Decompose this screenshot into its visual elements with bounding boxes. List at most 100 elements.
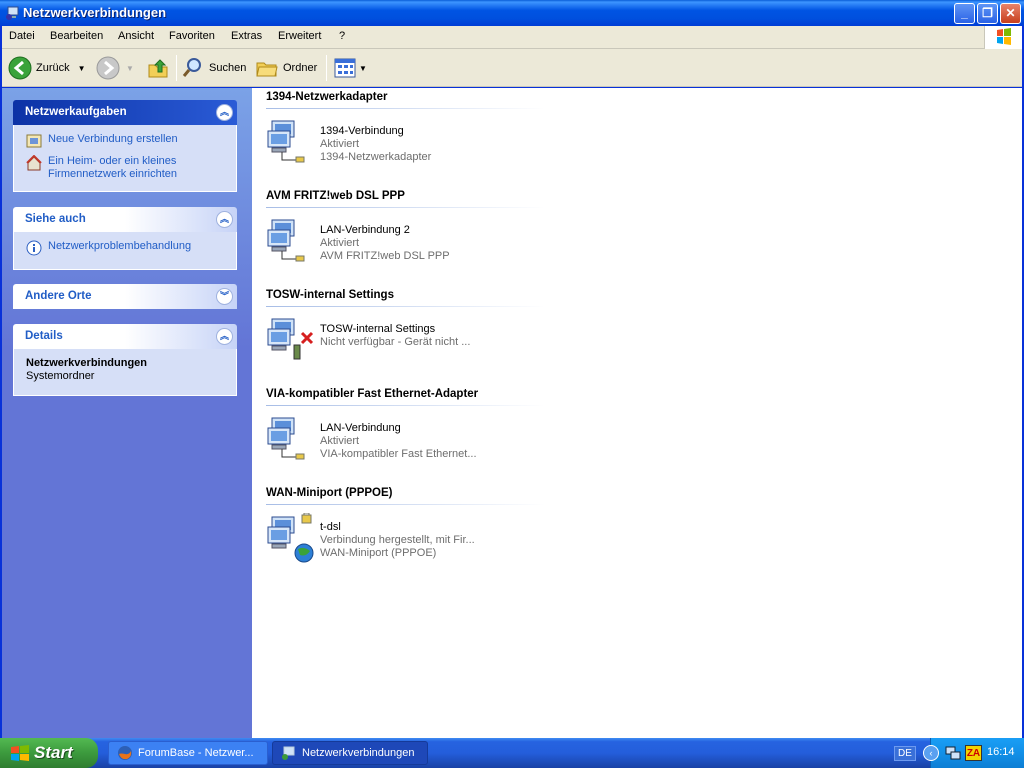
info-icon	[26, 240, 42, 256]
collapse-chevron-icon[interactable]: ︽	[216, 328, 233, 345]
menu-favorites[interactable]: Favoriten	[169, 30, 215, 42]
menu-edit[interactable]: Bearbeiten	[50, 30, 103, 42]
panel-body: Netzwerkverbindungen Systemordner	[13, 349, 237, 396]
window-title: Netzwerkverbindungen	[23, 5, 167, 20]
home-network-icon	[26, 155, 42, 171]
group-heading: 1394-Netzwerkadapter	[266, 91, 388, 103]
task-new-connection[interactable]: Neue Verbindung erstellen	[26, 133, 226, 149]
search-icon	[182, 58, 201, 77]
group-via: VIA-kompatibler Fast Ethernet-Adapter LA…	[266, 388, 545, 460]
forward-dropdown-icon: ▼	[126, 63, 134, 73]
task-label: Ein Heim- oder ein kleines Firmennetzwer…	[48, 155, 177, 180]
windows-logo	[984, 26, 1022, 49]
connection-item[interactable]: LAN-Verbindung 2 Aktiviert AVM FRITZ!web…	[266, 216, 556, 266]
group-wan: WAN-Miniport (PPPOE) t-dsl Verbindung he…	[266, 487, 545, 563]
start-button[interactable]: Start	[0, 738, 98, 768]
minimize-button[interactable]: _	[954, 3, 975, 24]
close-button[interactable]: ✕	[1000, 3, 1021, 24]
menu-file[interactable]: Datei	[9, 30, 35, 42]
collapse-chevron-icon[interactable]: ︽	[216, 211, 233, 228]
connection-item[interactable]: LAN-Verbindung Aktiviert VIA-kompatibler…	[266, 414, 556, 464]
taskbar-button-forumbase[interactable]: ForumBase - Netzwer...	[108, 741, 268, 765]
back-button[interactable]: Zurück ▼	[8, 54, 86, 82]
collapse-chevron-icon[interactable]: ︽	[216, 104, 233, 121]
group-tosw: TOSW-internal Settings TOSW-internal Set…	[266, 289, 545, 360]
zonealarm-icon[interactable]: ZA	[965, 745, 982, 761]
lan-connection-icon	[267, 120, 305, 163]
group-divider	[266, 405, 545, 406]
toolbar-separator	[326, 55, 327, 81]
connection-name: LAN-Verbindung 2	[320, 224, 410, 236]
connection-name: TOSW-internal Settings	[320, 323, 436, 335]
up-folder-button[interactable]	[146, 54, 170, 82]
forward-button[interactable]: ▼	[96, 54, 134, 82]
disabled-connection-icon	[267, 318, 314, 360]
language-indicator[interactable]: DE	[894, 746, 916, 761]
connection-name: LAN-Verbindung	[320, 422, 401, 434]
maximize-button[interactable]: ❐	[977, 3, 998, 24]
search-label: Suchen	[209, 62, 247, 74]
connection-item[interactable]: 1394-Verbindung Aktiviert 1394-Netzwerka…	[266, 117, 556, 167]
network-tray-icon[interactable]	[945, 745, 961, 761]
taskbar-button-label: Netzwerkverbindungen	[302, 747, 415, 759]
views-dropdown-icon: ▼	[359, 63, 367, 73]
task-label: Netzwerkproblembehandlung	[48, 240, 192, 252]
menu-extras[interactable]: Extras	[231, 30, 262, 42]
menu-bar: Datei Bearbeiten Ansicht Favoriten Extra…	[2, 26, 1022, 49]
panel-title: Netzwerkaufgaben	[25, 106, 127, 118]
connection-name: t-dsl	[320, 521, 341, 533]
panel-details: Details ︽ Netzwerkverbindungen Systemord…	[13, 324, 237, 396]
folders-button[interactable]: Ordner	[255, 54, 317, 82]
windows-flag-icon	[997, 28, 1011, 45]
connection-device: AVM FRITZ!web DSL PPP	[320, 250, 450, 262]
panel-other-places: Andere Orte ︾	[13, 284, 237, 309]
connection-item[interactable]: t-dsl Verbindung hergestellt, mit Fir...…	[266, 513, 556, 563]
group-avm: AVM FRITZ!web DSL PPP LAN-Verbindung 2 A…	[266, 190, 545, 262]
menu-help[interactable]: ?	[339, 30, 345, 42]
group-divider	[266, 108, 545, 109]
start-label: Start	[34, 743, 73, 762]
panel-header-see-also[interactable]: Siehe auch ︽	[13, 207, 237, 232]
lan-connection-icon	[267, 219, 305, 262]
connection-status: Verbindung hergestellt, mit Fir...	[320, 534, 475, 546]
expand-chevron-icon[interactable]: ︾	[216, 288, 233, 305]
panel-body: Netzwerkproblembehandlung	[13, 232, 237, 270]
group-heading: WAN-Miniport (PPPOE)	[266, 487, 393, 499]
windows-flag-icon	[11, 745, 29, 761]
connection-name: 1394-Verbindung	[320, 125, 404, 137]
forward-arrow-icon	[96, 56, 120, 80]
clock[interactable]: 16:14	[987, 746, 1015, 758]
connection-device: VIA-kompatibler Fast Ethernet...	[320, 448, 477, 460]
connection-item[interactable]: TOSW-internal Settings Nicht verfügbar -…	[266, 315, 556, 365]
task-home-network[interactable]: Ein Heim- oder ein kleines Firmennetzwer…	[26, 155, 226, 181]
content-pane: 1394-Netzwerkadapter 1394-Verbindung Akt…	[252, 88, 1022, 738]
menu-view[interactable]: Ansicht	[118, 30, 154, 42]
explorer-window: Netzwerkverbindungen _ ❐ ✕ Datei Bearbei…	[0, 0, 1024, 738]
taskbar-button-netzwerkverbindungen[interactable]: Netzwerkverbindungen	[272, 741, 428, 765]
new-connection-icon	[26, 134, 42, 148]
back-dropdown-icon[interactable]: ▼	[78, 64, 86, 73]
connection-status: Aktiviert	[320, 237, 360, 249]
task-pane: Netzwerkaufgaben ︽ Neue Verbindung erste…	[2, 88, 252, 738]
search-button[interactable]: Suchen	[181, 54, 246, 82]
task-label: Neue Verbindung erstellen	[48, 133, 178, 145]
connection-device: WAN-Miniport (PPPOE)	[320, 547, 437, 559]
tray-expand-icon[interactable]: ‹	[923, 745, 939, 761]
group-divider	[266, 306, 545, 307]
panel-body: Neue Verbindung erstellen Ein Heim- oder…	[13, 125, 237, 192]
panel-header-network-tasks[interactable]: Netzwerkaufgaben ︽	[13, 100, 237, 125]
toolbar: Zurück ▼ ▼ Suchen Ordner ▼	[2, 49, 1022, 87]
panel-header-details[interactable]: Details ︽	[13, 324, 237, 349]
task-network-troubleshooter[interactable]: Netzwerkproblembehandlung	[26, 240, 226, 256]
menu-advanced[interactable]: Erweitert	[278, 30, 321, 42]
system-tray: ‹ ZA 16:14	[923, 738, 1024, 768]
title-bar[interactable]: Netzwerkverbindungen _ ❐ ✕	[0, 0, 1024, 26]
views-button[interactable]: ▼	[333, 54, 367, 82]
connection-status: Aktiviert	[320, 138, 360, 150]
panel-header-other-places[interactable]: Andere Orte ︾	[13, 284, 237, 309]
group-divider	[266, 207, 545, 208]
back-label: Zurück	[36, 62, 70, 74]
group-heading: TOSW-internal Settings	[266, 289, 394, 301]
group-heading: VIA-kompatibler Fast Ethernet-Adapter	[266, 388, 479, 400]
network-connections-icon	[6, 6, 19, 20]
